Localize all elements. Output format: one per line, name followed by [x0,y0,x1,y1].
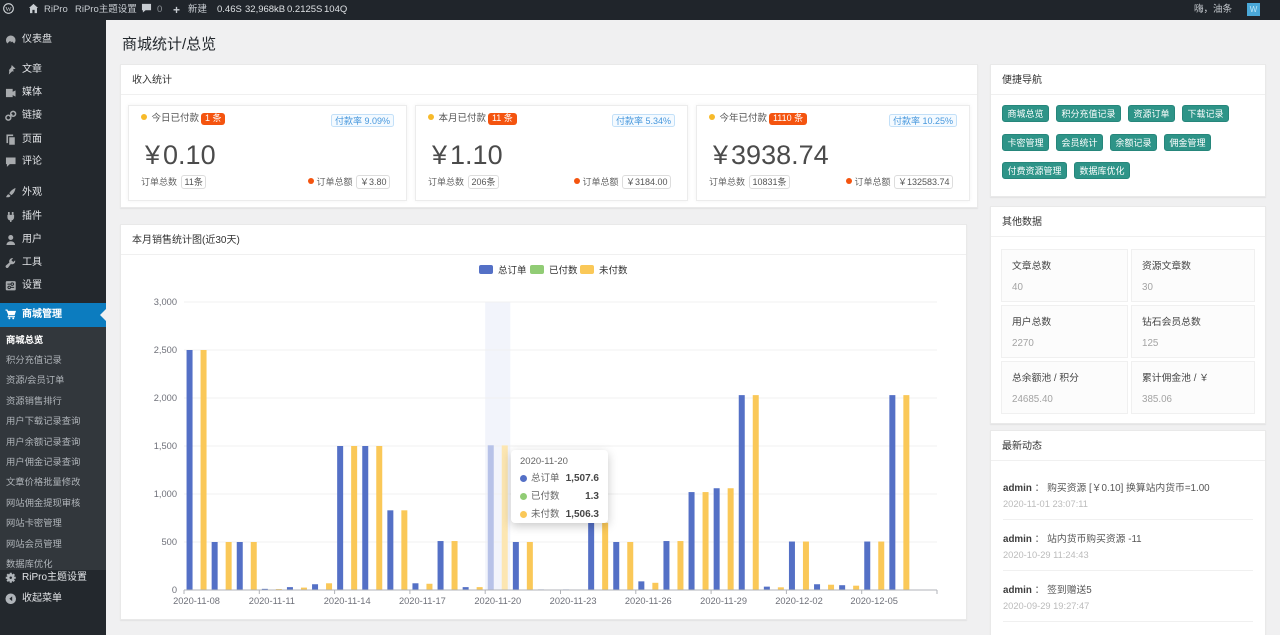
svg-text:2020-11-23: 2020-11-23 [550,596,597,606]
svg-text:3,000: 3,000 [154,297,177,307]
svg-text:1,000: 1,000 [154,489,177,499]
svg-text:2020-12-05: 2020-12-05 [850,596,898,606]
svg-text:2,500: 2,500 [154,345,177,355]
svg-text:2020-11-17: 2020-11-17 [399,596,446,606]
svg-text:500: 500 [161,537,177,547]
svg-text:2,000: 2,000 [154,393,177,403]
svg-text:W: W [5,6,12,13]
svg-text:2020-11-29: 2020-11-29 [700,596,747,606]
svg-text:2020-11-11: 2020-11-11 [249,596,295,606]
svg-text:0: 0 [172,585,177,595]
svg-text:总订单: 总订单 [498,265,527,277]
svg-text:已付数: 已付数 [549,265,578,277]
svg-text:1,500: 1,500 [154,441,177,451]
svg-text:2020-11-20: 2020-11-20 [474,596,521,606]
svg-text:未付数: 未付数 [599,265,628,277]
svg-text:2020-12-02: 2020-12-02 [775,596,823,606]
svg-text:2020-11-08: 2020-11-08 [173,596,220,606]
svg-text:2020-11-26: 2020-11-26 [625,596,672,606]
svg-text:2020-11-14: 2020-11-14 [324,596,371,606]
